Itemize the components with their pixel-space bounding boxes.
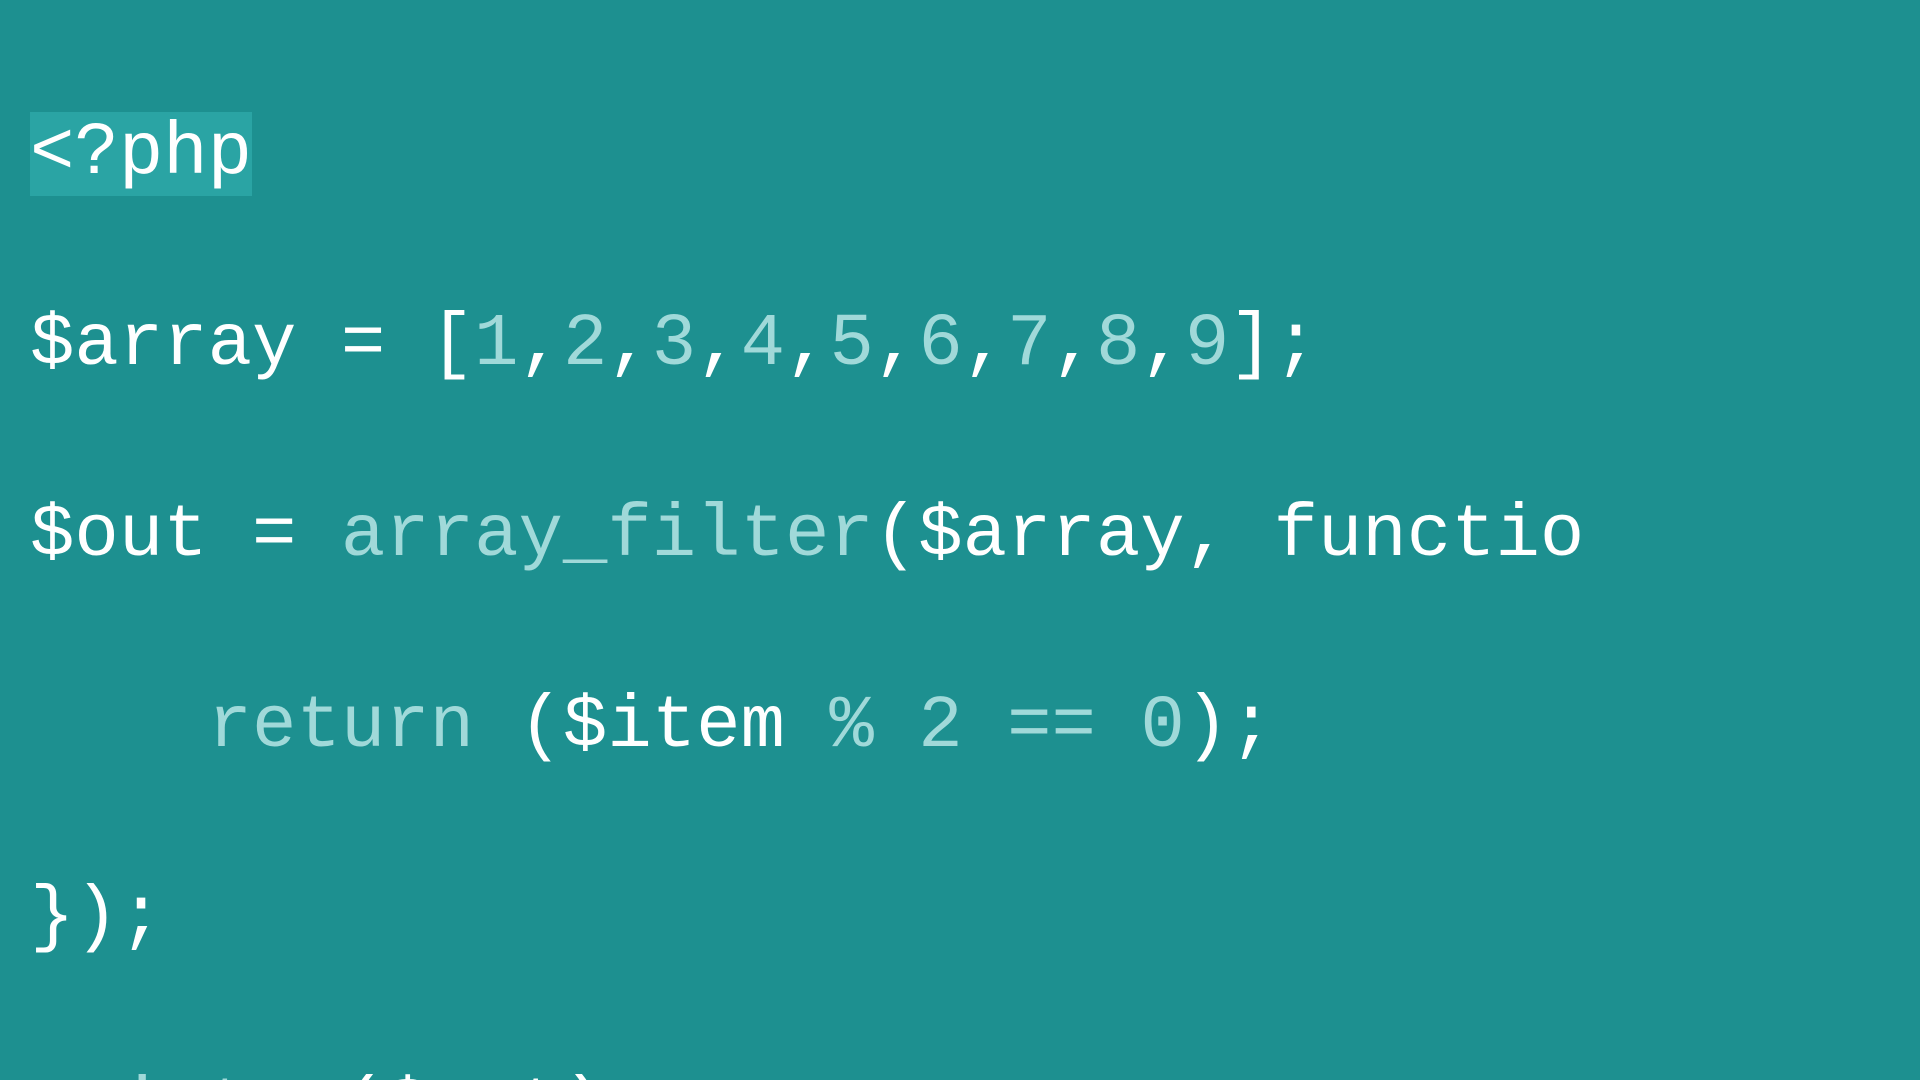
- kw-return: return: [208, 685, 474, 769]
- code-line-6: print_r($out);: [30, 1062, 1920, 1080]
- code-line-2: $array = [1,2,3,4,5,6,7,8,9];: [30, 298, 1920, 393]
- var-array: $array: [30, 303, 296, 387]
- code-line-3: $out = array_filter($array, functio: [30, 489, 1920, 584]
- php-open-tag: <?php: [30, 112, 252, 196]
- var-out: $out: [30, 494, 208, 578]
- code-line-1: <?php: [30, 107, 1920, 202]
- code-line-5: });: [30, 871, 1920, 966]
- code-editor: <?php $array = [1,2,3,4,5,6,7,8,9]; $out…: [0, 12, 1920, 1080]
- fn-print-r: print_r: [30, 1067, 341, 1080]
- code-line-4: return ($item % 2 == 0);: [30, 680, 1920, 775]
- fn-array-filter: array_filter: [341, 494, 874, 578]
- kw-function: functio: [1273, 494, 1584, 578]
